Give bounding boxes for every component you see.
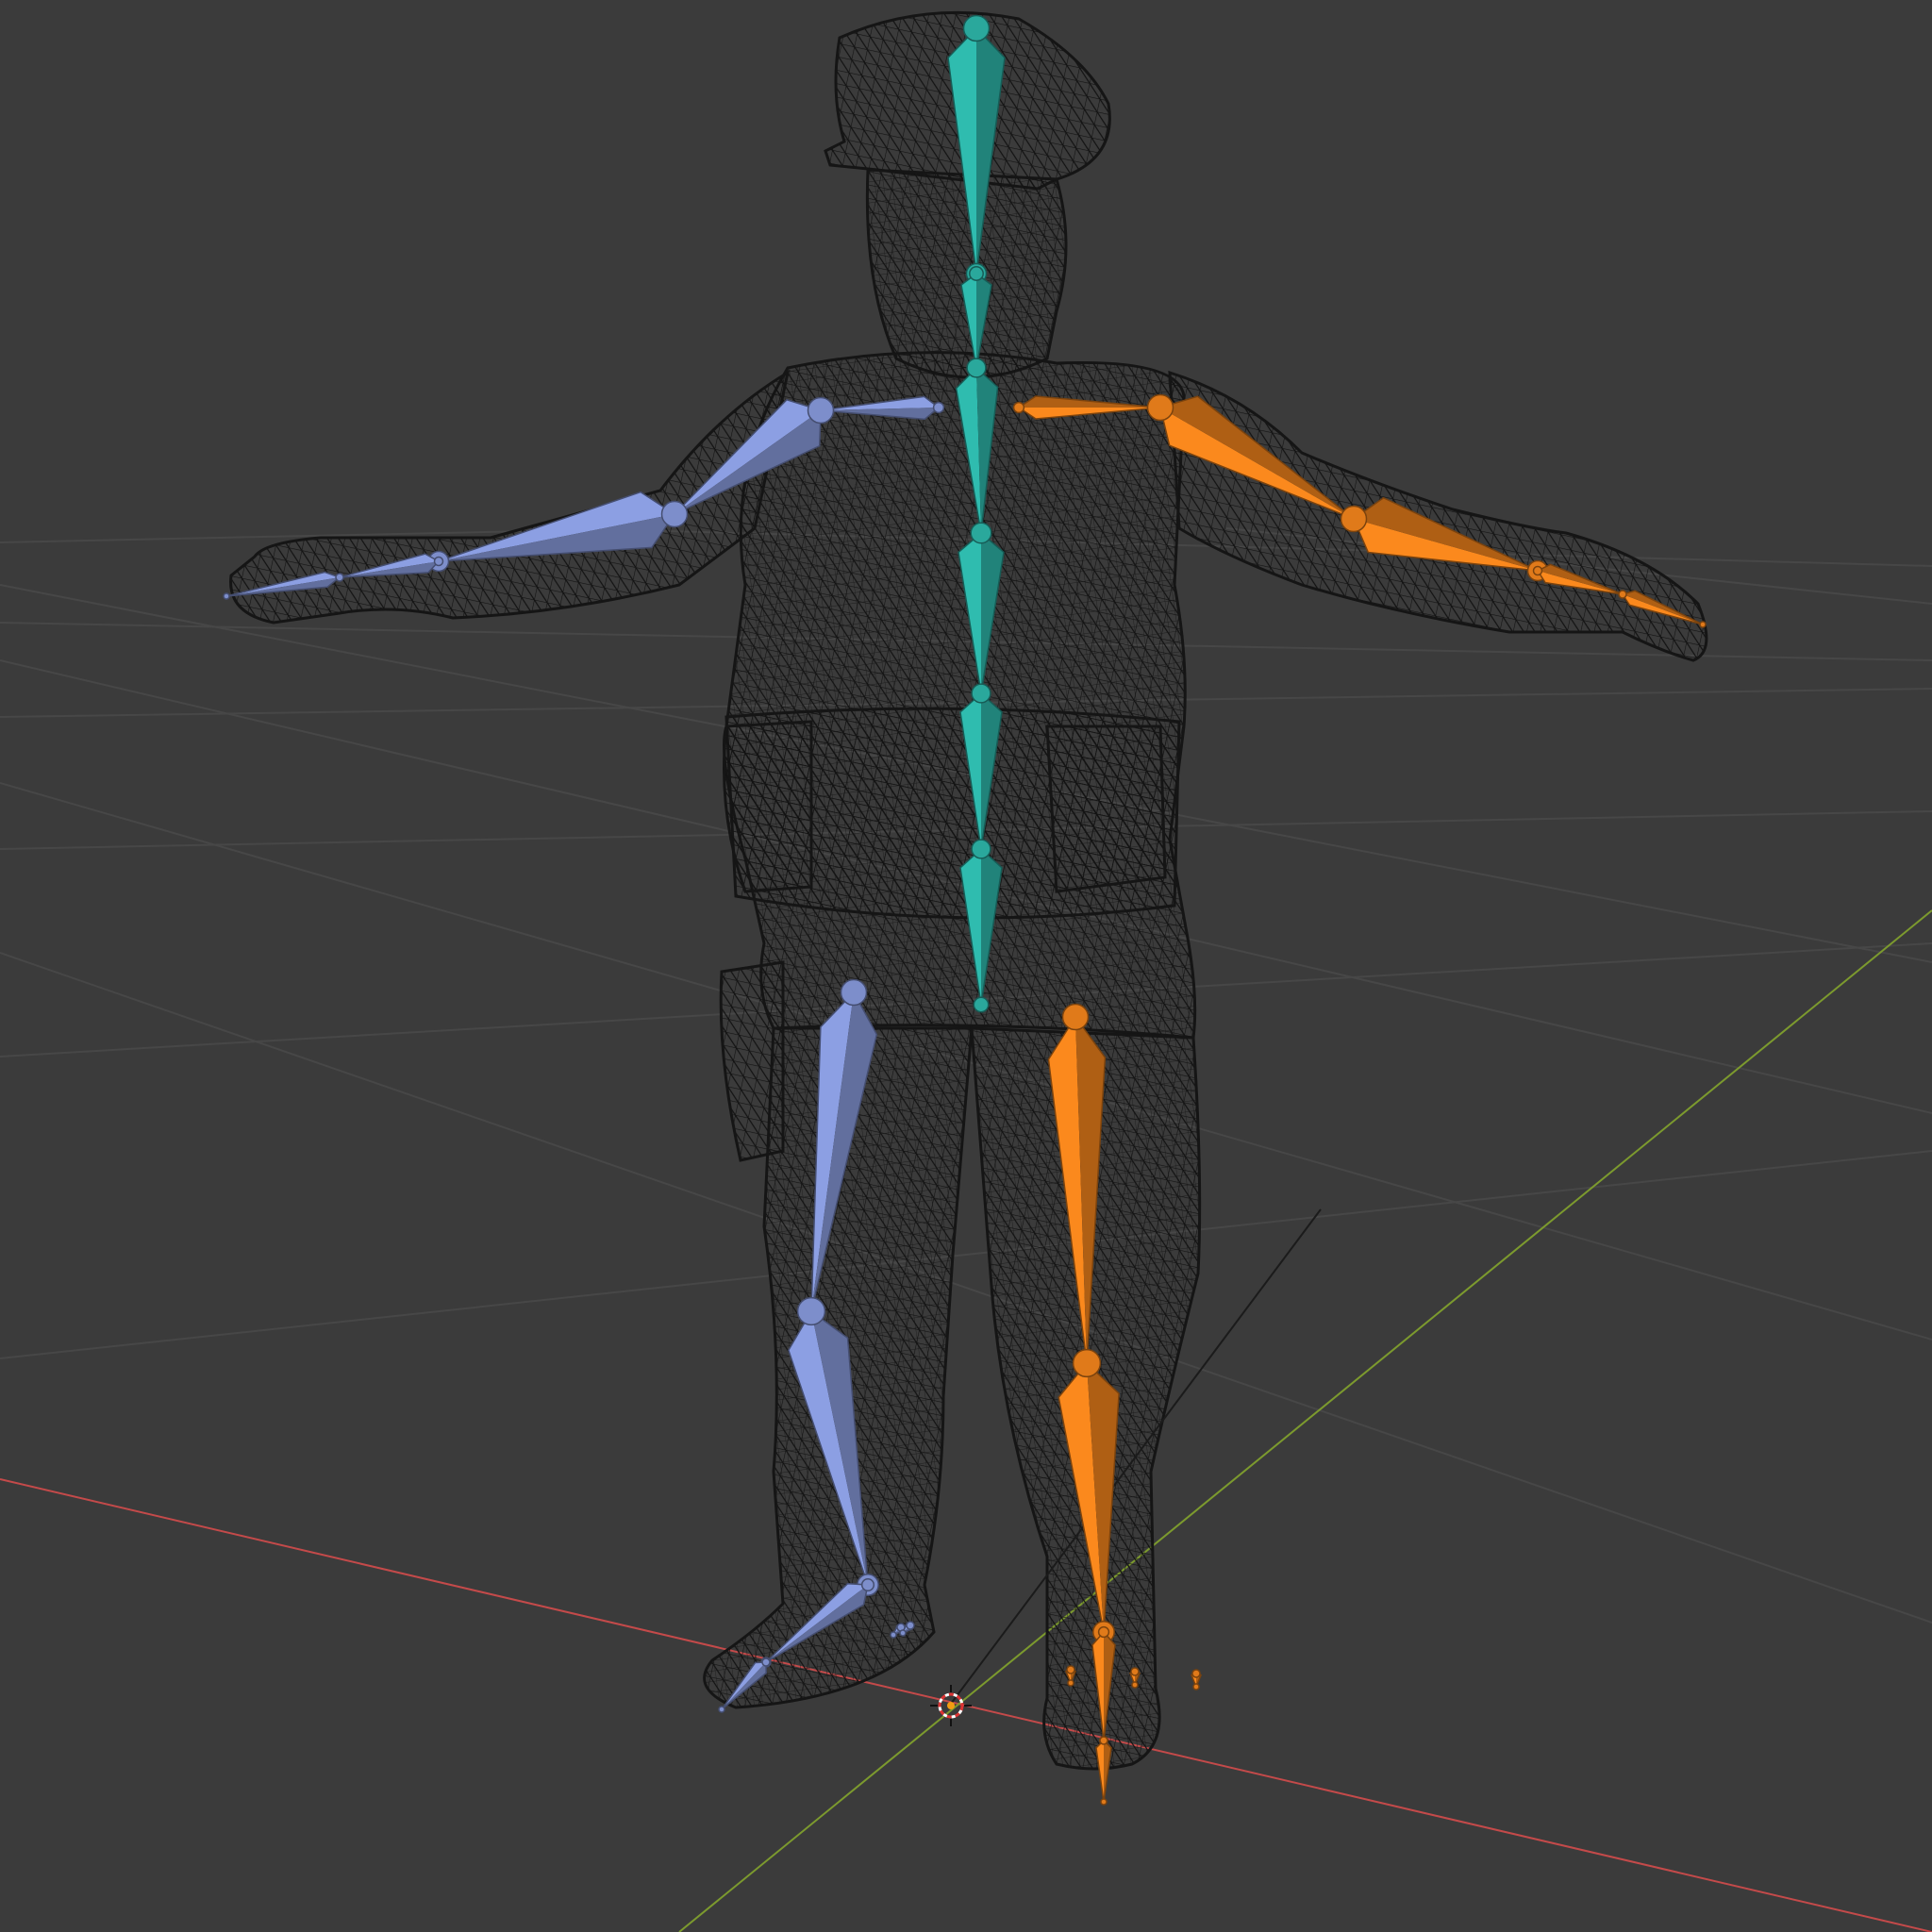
bone-joint[interactable]	[1618, 590, 1627, 599]
bone-joint[interactable]	[860, 1577, 875, 1592]
bone-joint[interactable]	[1532, 565, 1543, 576]
bone-joint[interactable]	[433, 556, 444, 567]
bone-joint[interactable]	[1099, 1736, 1108, 1745]
bone-joint[interactable]	[1097, 1625, 1110, 1639]
bone-joint[interactable]	[970, 522, 992, 544]
bone-joint[interactable]	[1146, 393, 1174, 422]
bone-joint[interactable]	[1192, 1683, 1200, 1690]
bone-joint[interactable]	[1012, 401, 1025, 414]
bone-joint[interactable]	[1130, 1667, 1140, 1676]
bone-joint[interactable]	[971, 839, 991, 859]
bone-joint[interactable]	[1191, 1669, 1201, 1678]
bone-joint[interactable]	[962, 14, 991, 42]
bone-joint[interactable]	[899, 1629, 907, 1637]
bone-joint[interactable]	[1131, 1681, 1139, 1689]
bone-joint[interactable]	[796, 1296, 826, 1326]
origin-icon	[947, 1702, 955, 1709]
bone-joint[interactable]	[973, 996, 990, 1013]
bone-joint[interactable]	[807, 396, 835, 425]
bone-joint[interactable]	[335, 573, 344, 582]
bone-joint[interactable]	[1066, 1665, 1075, 1674]
bone-joint[interactable]	[223, 592, 230, 600]
bone-joint[interactable]	[966, 358, 987, 378]
bone-joint[interactable]	[1067, 1679, 1074, 1687]
bone-joint[interactable]	[971, 683, 991, 704]
bone-joint[interactable]	[761, 1657, 771, 1667]
bone-joint[interactable]	[1340, 505, 1368, 533]
bone-joint[interactable]	[932, 401, 945, 414]
bone-joint[interactable]	[906, 1621, 915, 1630]
bone-joint[interactable]	[1100, 1798, 1108, 1806]
bone-joint[interactable]	[1699, 621, 1707, 628]
bone-helper-right-2[interactable]	[1191, 1669, 1202, 1690]
bone-joint[interactable]	[660, 500, 689, 528]
bone-joint[interactable]	[890, 1631, 897, 1639]
bone-helper-right-0[interactable]	[1065, 1665, 1076, 1687]
bone-joint[interactable]	[718, 1706, 725, 1713]
bone-helper-right-1[interactable]	[1129, 1667, 1141, 1689]
bone-joint[interactable]	[1072, 1348, 1102, 1378]
bone-joint[interactable]	[969, 266, 984, 281]
bone-joint[interactable]	[840, 978, 868, 1007]
3d-viewport[interactable]	[0, 0, 1932, 1932]
bone-joint[interactable]	[1061, 1003, 1090, 1031]
